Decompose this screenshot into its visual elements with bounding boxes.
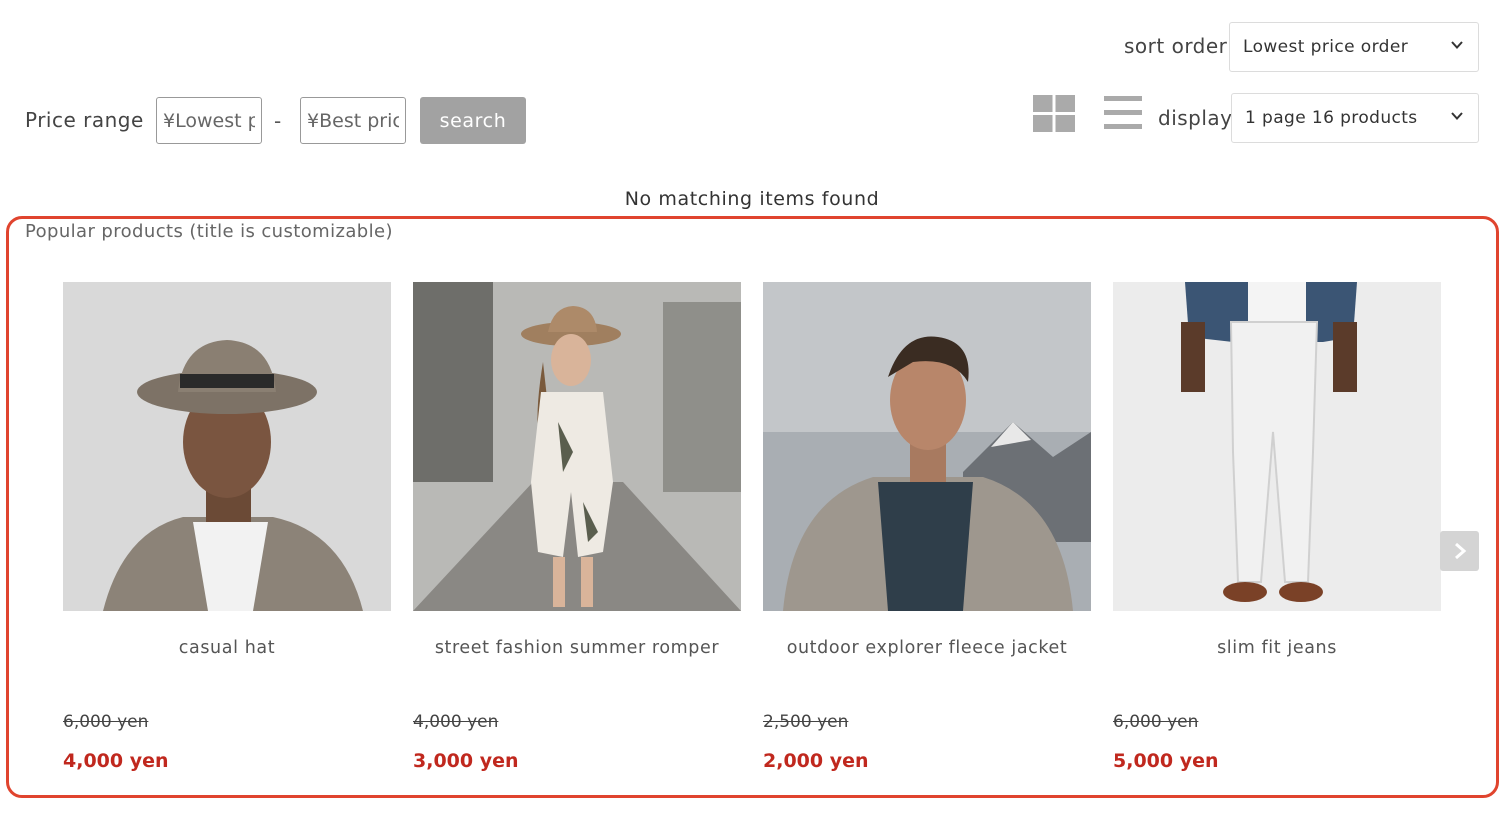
display-count-value: 1 page 16 products	[1245, 108, 1418, 128]
product-image-casual-hat[interactable]	[63, 282, 391, 611]
original-price: 4,000 yen	[413, 712, 499, 732]
original-price: 2,500 yen	[763, 712, 849, 732]
product-card[interactable]: slim fit jeans 6,000 yen 5,000 yen	[1113, 282, 1441, 772]
max-price-input[interactable]	[300, 97, 406, 144]
sale-price: 2,000 yen	[763, 750, 869, 772]
popular-products-title: Popular products (title is customizable)	[25, 221, 393, 242]
sort-order-value: Lowest price order	[1243, 37, 1409, 57]
chevron-down-icon	[1451, 112, 1463, 120]
sale-price: 4,000 yen	[63, 750, 169, 772]
min-price-input[interactable]	[156, 97, 262, 144]
product-card[interactable]: outdoor explorer fleece jacket 2,500 yen…	[763, 282, 1091, 772]
sort-order-label: sort order	[1124, 34, 1228, 58]
display-count-select[interactable]: 1 page 16 products	[1231, 93, 1479, 143]
carousel-next-button[interactable]	[1440, 531, 1479, 571]
product-image-slim-fit-jeans[interactable]	[1113, 282, 1441, 611]
original-price: 6,000 yen	[1113, 712, 1199, 732]
search-button[interactable]: search	[420, 97, 526, 144]
product-name[interactable]: slim fit jeans	[1113, 638, 1441, 660]
grid-view-icon[interactable]	[1033, 95, 1075, 132]
product-name[interactable]: street fashion summer romper	[413, 638, 741, 660]
list-view-icon[interactable]	[1104, 96, 1142, 130]
display-label: display	[1158, 106, 1233, 130]
product-listing-page: sort order Lowest price order Price rang…	[0, 0, 1504, 816]
no-results-message: No matching items found	[624, 188, 880, 210]
product-name[interactable]: outdoor explorer fleece jacket	[763, 638, 1091, 660]
product-image-street-fashion-summer-romper[interactable]	[413, 282, 741, 611]
chevron-right-icon	[1454, 542, 1466, 560]
product-card[interactable]: street fashion summer romper 4,000 yen 3…	[413, 282, 741, 772]
sort-order-select[interactable]: Lowest price order	[1229, 22, 1479, 72]
chevron-down-icon	[1451, 41, 1463, 49]
price-separator: -	[274, 109, 282, 133]
product-name[interactable]: casual hat	[63, 638, 391, 660]
price-range-label: Price range	[25, 108, 144, 132]
product-card[interactable]: casual hat 6,000 yen 4,000 yen	[63, 282, 391, 772]
product-image-outdoor-explorer-fleece-jacket[interactable]	[763, 282, 1091, 611]
original-price: 6,000 yen	[63, 712, 149, 732]
sale-price: 5,000 yen	[1113, 750, 1219, 772]
sale-price: 3,000 yen	[413, 750, 519, 772]
